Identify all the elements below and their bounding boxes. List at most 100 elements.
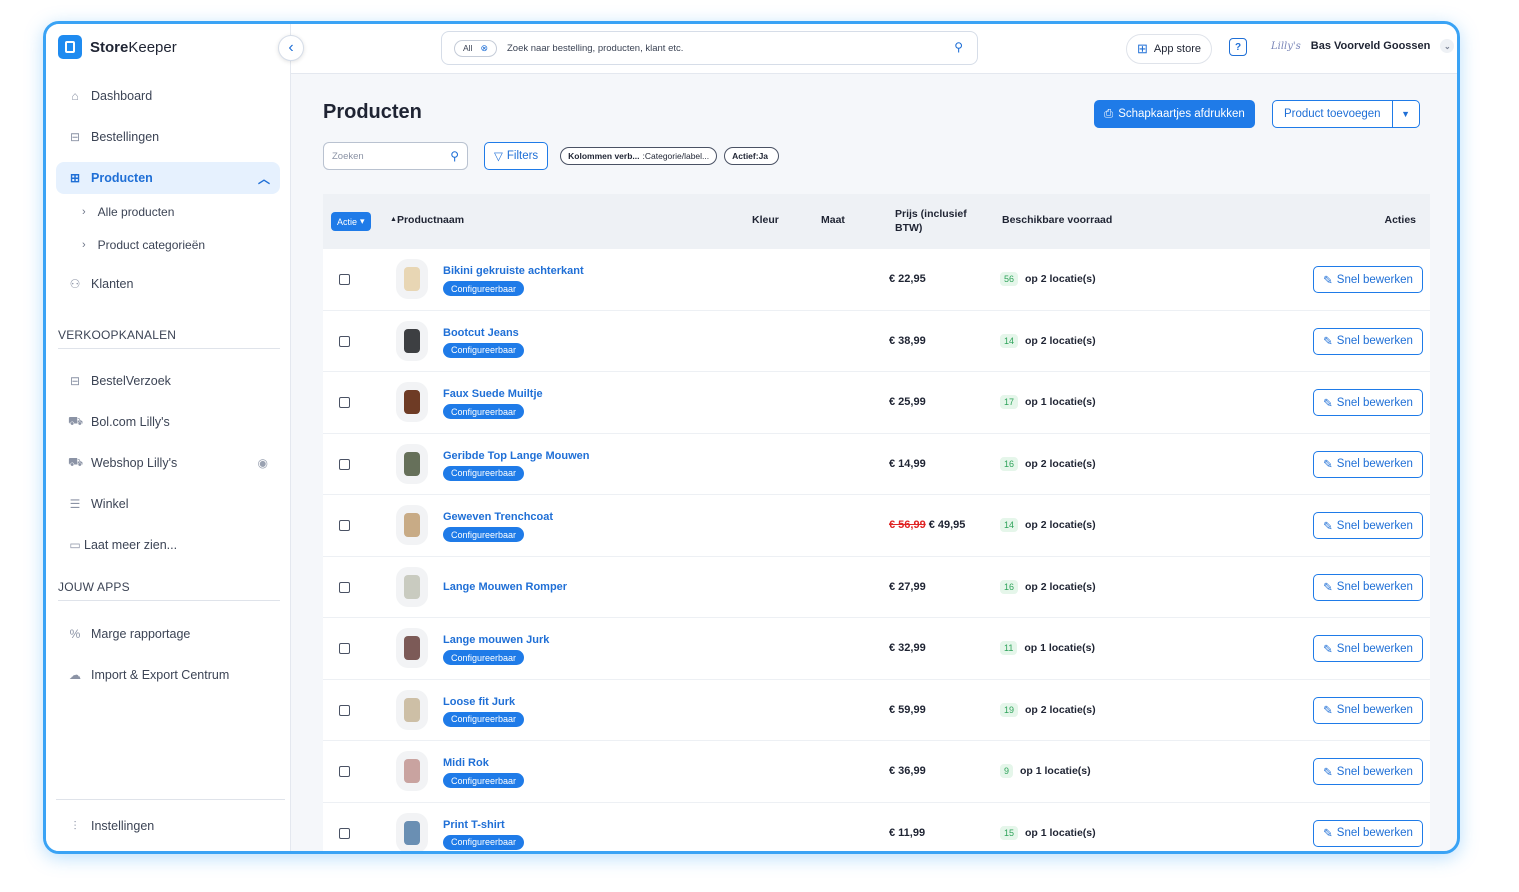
- sidebar-item-bestellingen[interactable]: ⊟ Bestellingen: [56, 121, 280, 153]
- sidebar-item-marge-rapportage[interactable]: % Marge rapportage: [56, 618, 280, 650]
- products-table: Actie ▾ ▲Productnaam Kleur Maat Prijs (in…: [323, 194, 1430, 851]
- product-name-link[interactable]: Faux Suede Muiltje: [443, 388, 543, 400]
- product-name-link[interactable]: Lange Mouwen Romper: [443, 581, 567, 593]
- product-name-link[interactable]: Bikini gekruiste achterkant: [443, 265, 584, 277]
- column-header-voorraad[interactable]: Beschikbare voorraad: [1002, 214, 1112, 226]
- filter-chip-active[interactable]: Actief:Ja: [724, 147, 780, 165]
- stock-locations[interactable]: op 2 locatie(s): [1025, 458, 1096, 470]
- stock-locations[interactable]: op 2 locatie(s): [1025, 519, 1096, 531]
- global-search-placeholder: Zoek naar bestelling, producten, klant e…: [507, 42, 684, 54]
- global-search-input[interactable]: All ⊗ Zoek naar bestelling, producten, k…: [441, 31, 978, 65]
- current-price: € 22,95: [889, 273, 926, 285]
- stock-locations[interactable]: op 1 locatie(s): [1020, 765, 1091, 777]
- sidebar-item-dashboard[interactable]: ⌂ Dashboard: [56, 80, 280, 112]
- filter-icon: ▽: [494, 151, 503, 163]
- table-row: Midi Rok Configureerbaar € 36,99 9 op 1 …: [323, 741, 1430, 803]
- product-name-link[interactable]: Print T-shirt: [443, 819, 505, 831]
- chevron-down-icon[interactable]: ▼: [1393, 109, 1419, 119]
- search-icon[interactable]: ⚲: [954, 40, 963, 54]
- help-icon[interactable]: ?: [1229, 38, 1247, 56]
- app-store-button[interactable]: ⊞ App store: [1126, 34, 1212, 64]
- stock-info: 16 op 2 locatie(s): [1000, 456, 1096, 471]
- quick-edit-button[interactable]: ✎ Snel bewerken: [1313, 758, 1423, 785]
- product-name-link[interactable]: Loose fit Jurk: [443, 696, 515, 708]
- app-logo[interactable]: StoreKeeper: [58, 35, 177, 59]
- quick-edit-button[interactable]: ✎ Snel bewerken: [1313, 696, 1423, 724]
- quick-edit-button[interactable]: ✎ Snel bewerken: [1313, 327, 1423, 355]
- row-checkbox[interactable]: [339, 766, 350, 777]
- product-name-link[interactable]: Lange mouwen Jurk: [443, 634, 549, 646]
- add-product-button[interactable]: Product toevoegen: [1273, 101, 1393, 127]
- caret-down-icon: ▾: [360, 216, 365, 226]
- sidebar-item-bestelverzoek[interactable]: ⊟ BestelVerzoek: [56, 365, 280, 397]
- product-name-link[interactable]: Midi Rok: [443, 757, 489, 769]
- row-checkbox[interactable]: [339, 397, 350, 408]
- current-price: € 25,99: [889, 396, 926, 408]
- chevron-down-icon[interactable]: ⌄: [1440, 39, 1455, 53]
- current-price: € 36,99: [889, 765, 926, 777]
- quick-edit-button[interactable]: ✎ Snel bewerken: [1313, 512, 1423, 539]
- sidebar-subitem-product-categorieen[interactable]: › Product categorieën: [82, 238, 205, 252]
- stock-locations[interactable]: op 2 locatie(s): [1025, 704, 1096, 716]
- quick-edit-button[interactable]: ✎ Snel bewerken: [1313, 819, 1423, 847]
- eye-icon[interactable]: ◉: [258, 456, 268, 470]
- search-icon[interactable]: ⚲: [450, 149, 459, 163]
- collapse-sidebar-button[interactable]: ‹: [278, 35, 304, 61]
- stock-locations[interactable]: op 2 locatie(s): [1025, 581, 1096, 593]
- stock-locations[interactable]: op 2 locatie(s): [1025, 273, 1096, 285]
- sidebar-item-producten[interactable]: ⊞ Producten ︿: [56, 162, 280, 194]
- filter-chip-columns[interactable]: Kolommen verb... :Categorie/label...: [560, 147, 718, 165]
- product-price: € 38,99: [889, 335, 926, 347]
- row-checkbox[interactable]: [339, 581, 350, 593]
- row-checkbox[interactable]: [339, 827, 350, 839]
- column-header-productnaam[interactable]: ▲Productnaam: [390, 214, 464, 226]
- product-search-input[interactable]: Zoeken ⚲: [323, 142, 468, 170]
- product-name-link[interactable]: Geribde Top Lange Mouwen: [443, 450, 589, 462]
- stock-locations[interactable]: op 2 locatie(s): [1025, 335, 1096, 347]
- column-header-kleur[interactable]: Kleur: [752, 214, 779, 226]
- quick-edit-button[interactable]: ✎ Snel bewerken: [1313, 389, 1423, 416]
- row-checkbox[interactable]: [339, 643, 350, 654]
- stock-count: 16: [1000, 456, 1019, 471]
- row-checkbox[interactable]: [339, 335, 350, 347]
- sidebar-item-laat-meer-zien[interactable]: ▭ Laat meer zien...: [56, 529, 280, 561]
- quick-edit-button[interactable]: ✎ Snel bewerken: [1313, 266, 1423, 293]
- table-row: Geribde Top Lange Mouwen Configureerbaar…: [323, 434, 1430, 495]
- sidebar-item-instellingen[interactable]: ⫶ Instellingen: [56, 810, 280, 842]
- stock-locations[interactable]: op 1 locatie(s): [1024, 642, 1095, 654]
- print-shelf-labels-button[interactable]: ⎙ Schapkaartjes afdrukken: [1094, 100, 1255, 128]
- sidebar-item-klanten[interactable]: ⚇ Klanten: [56, 268, 280, 300]
- stock-count: 15: [1000, 825, 1019, 840]
- row-checkbox[interactable]: [339, 458, 350, 470]
- column-header-maat[interactable]: Maat: [821, 214, 845, 226]
- row-checkbox[interactable]: [339, 520, 350, 531]
- sidebar-item-bol-com[interactable]: ⛟ Bol.com Lilly's: [56, 406, 280, 438]
- bulk-action-button[interactable]: Actie ▾: [331, 212, 371, 231]
- column-header-prijs[interactable]: Prijs (inclusief BTW): [895, 207, 967, 235]
- edit-icon: ✎: [1323, 582, 1333, 594]
- stock-locations[interactable]: op 1 locatie(s): [1025, 827, 1096, 839]
- quick-edit-button[interactable]: ✎ Snel bewerken: [1313, 573, 1423, 601]
- product-name-link[interactable]: Geweven Trenchcoat: [443, 511, 553, 523]
- table-row: Faux Suede Muiltje Configureerbaar € 25,…: [323, 372, 1430, 434]
- user-menu[interactable]: Lilly's Bas Voorveld Goossen ⌄: [1271, 39, 1455, 53]
- product-image: [404, 574, 420, 599]
- filters-button[interactable]: ▽ Filters: [484, 142, 549, 170]
- sidebar-item-winkel[interactable]: ☰ Winkel: [56, 488, 280, 520]
- sidebar-subitem-alle-producten[interactable]: › Alle producten: [82, 205, 174, 219]
- stock-locations[interactable]: op 1 locatie(s): [1025, 396, 1096, 408]
- row-checkbox[interactable]: [339, 274, 350, 285]
- product-name-link[interactable]: Bootcut Jeans: [443, 327, 519, 339]
- row-checkbox[interactable]: [339, 704, 350, 716]
- filter-bar: Zoeken ⚲ ▽ Filters Kolommen verb... :Cat…: [323, 142, 780, 170]
- stock-count: 11: [1000, 641, 1018, 655]
- app-name: StoreKeeper: [90, 38, 177, 56]
- quick-edit-button[interactable]: ✎ Snel bewerken: [1313, 635, 1423, 662]
- search-scope-pill[interactable]: All ⊗: [454, 39, 497, 57]
- sidebar-item-import-export[interactable]: ☁ Import & Export Centrum: [56, 659, 280, 691]
- clear-scope-icon[interactable]: ⊗: [480, 43, 488, 54]
- sidebar-item-webshop[interactable]: ⛟ Webshop Lilly's ◉: [56, 447, 280, 479]
- configurable-badge: Configureerbaar: [443, 711, 525, 727]
- quick-edit-button[interactable]: ✎ Snel bewerken: [1313, 450, 1423, 478]
- topbar: All ⊗ Zoek naar bestelling, producten, k…: [291, 24, 1457, 74]
